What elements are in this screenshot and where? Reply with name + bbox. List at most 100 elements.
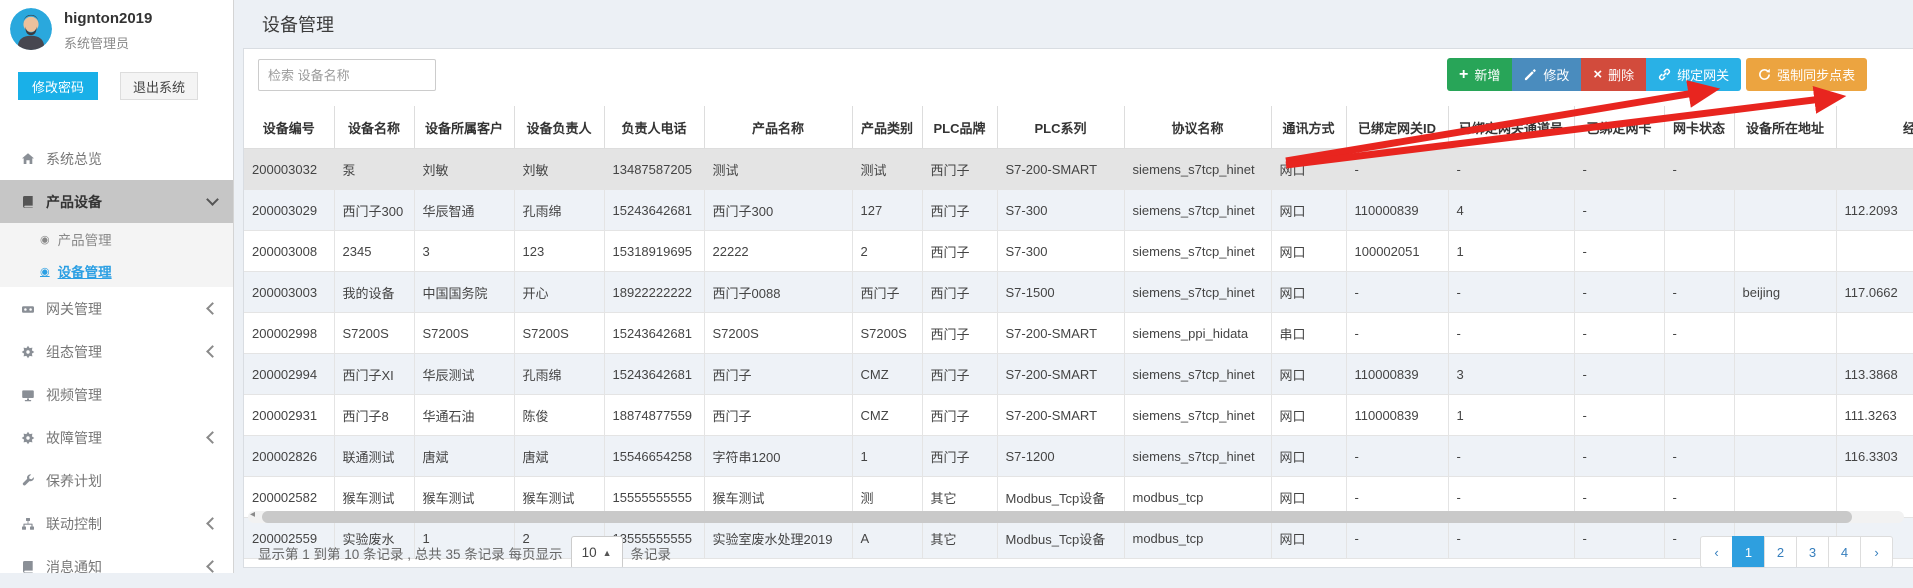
sidebar-subitem-label: 产品管理 [58,229,112,249]
table-cell: 网口 [1271,149,1346,190]
sidebar-item-device-management[interactable]: ◉设备管理 [0,255,233,287]
table-cell: S7-200-SMART [997,313,1124,354]
table-cell [1836,149,1913,190]
gears-icon [16,431,40,445]
table-row[interactable]: 200002994西门子XI华辰测试孔雨绵15243642681西门子CMZ西门… [244,354,1913,395]
horizontal-scrollbar[interactable]: ◂ [248,511,1904,523]
table-cell: 200003003 [244,272,334,313]
edit-button[interactable]: 修改 [1512,58,1581,91]
table-cell: 网口 [1271,231,1346,272]
column-header[interactable]: 通讯方式 [1271,106,1346,149]
dot-circle-icon: ◉ [40,265,50,278]
column-header[interactable]: PLC品牌 [922,106,997,149]
column-header[interactable]: 已绑定网关通道号 [1448,106,1574,149]
scrollbar-thumb[interactable] [262,511,1852,523]
logout-button[interactable]: 退出系统 [120,72,198,100]
column-header[interactable]: 产品类别 [852,106,922,149]
table-cell: - [1346,272,1448,313]
sidebar-item-product-management[interactable]: ◉产品管理 [0,223,233,255]
search-input[interactable] [258,59,436,91]
submenu-product-device: ◉产品管理◉设备管理 [0,223,233,287]
sidebar-item-scada-management[interactable]: 组态管理 [0,330,233,373]
table-cell: siemens_s7tcp_hinet [1124,231,1271,272]
sidebar-item-linkage-control[interactable]: 联动控制 [0,502,233,545]
column-header[interactable]: 设备名称 [334,106,414,149]
table-row[interactable]: 200003003我的设备中国国务院开心18922222222西门子0088西门… [244,272,1913,313]
table-cell: siemens_s7tcp_hinet [1124,354,1271,395]
table-row[interactable]: 200003029西门子300华辰智通孔雨绵15243642681西门子3001… [244,190,1913,231]
scroll-left-icon[interactable]: ◂ [250,509,255,520]
table-row[interactable]: 200002931西门子8华通石油陈俊18874877559西门子CMZ西门子S… [244,395,1913,436]
table-cell: 测试 [704,149,852,190]
page-next-button[interactable]: › [1860,536,1893,568]
table-cell: - [1346,518,1448,559]
chevron-left-icon [206,431,219,444]
change-password-button[interactable]: 修改密码 [18,72,98,100]
column-header[interactable]: 经度 [1836,106,1913,149]
sidebar-item-system-overview[interactable]: 系统总览 [0,137,233,180]
column-header[interactable]: 设备所属客户 [414,106,514,149]
table-cell: 华通石油 [414,395,514,436]
sidebar-item-gateway-management[interactable]: 网关管理 [0,287,233,330]
column-header[interactable]: 产品名称 [704,106,852,149]
column-header[interactable]: 协议名称 [1124,106,1271,149]
table-cell: siemens_s7tcp_hinet [1124,436,1271,477]
avatar [10,8,52,50]
column-header[interactable]: 已绑定网卡 [1574,106,1664,149]
table-cell: 4 [1448,190,1574,231]
gateway-icon [16,302,40,316]
sidebar-item-product-device[interactable]: 产品设备 [0,180,233,223]
delete-button[interactable]: ×删除 [1581,58,1646,91]
page-button-2[interactable]: 2 [1764,536,1797,568]
records-summary: 显示第 1 到第 10 条记录 , 总共 35 条记录 每页显示 [258,543,563,563]
table-row[interactable]: 200003032泵刘敏刘敏13487587205测试测试西门子S7-200-S… [244,149,1913,190]
page-button-3[interactable]: 3 [1796,536,1829,568]
column-header[interactable]: 设备负责人 [514,106,604,149]
sidebar-item-label: 保养计划 [46,471,102,491]
page-size-value: 10 [582,545,597,560]
table-cell: siemens_s7tcp_hinet [1124,395,1271,436]
table-cell: - [1346,436,1448,477]
table-cell: 15243642681 [604,313,704,354]
table-cell: 110000839 [1346,395,1448,436]
sidebar-item-maintenance-plan[interactable]: 保养计划 [0,459,233,502]
column-header[interactable]: PLC系列 [997,106,1124,149]
page-button-1[interactable]: 1 [1732,536,1765,568]
table-cell: 西门子8 [334,395,414,436]
column-header[interactable]: 设备编号 [244,106,334,149]
column-header[interactable]: 已绑定网关ID [1346,106,1448,149]
table-cell: 127 [852,190,922,231]
sidebar-item-fault-management[interactable]: 故障管理 [0,416,233,459]
column-header[interactable]: 网卡状态 [1664,106,1734,149]
table-cell: - [1448,272,1574,313]
table-row[interactable]: 200002998S7200SS7200SS7200S15243642681S7… [244,313,1913,354]
page-size-select[interactable]: 10 ▲ [571,536,623,568]
table-cell: 110000839 [1346,190,1448,231]
table-row[interactable]: 200002826联通测试唐斌唐斌15546654258字符串12001西门子S… [244,436,1913,477]
page-button-4[interactable]: 4 [1828,536,1861,568]
pagination: ‹1234› [1700,536,1893,568]
force-sync-points-button[interactable]: 强制同步点表 [1746,58,1867,91]
sidebar-item-message-notice[interactable]: 消息通知 [0,545,233,588]
table-cell: 西门子 [922,190,997,231]
table-cell: - [1574,231,1664,272]
page-prev-button[interactable]: ‹ [1700,536,1733,568]
table-cell: 网口 [1271,518,1346,559]
table-cell: 15546654258 [604,436,704,477]
table-cell: S7-200-SMART [997,354,1124,395]
column-header[interactable]: 设备所在地址 [1734,106,1836,149]
table-cell: 西门子 [922,313,997,354]
table-cell: siemens_s7tcp_hinet [1124,149,1271,190]
table-cell: 西门子 [922,231,997,272]
sidebar-item-label: 组态管理 [46,342,102,362]
add-button[interactable]: +新增 [1447,58,1512,91]
table-cell: 唐斌 [514,436,604,477]
table-cell: 112.2093 [1836,190,1913,231]
bind-gateway-button[interactable]: 绑定网关 [1646,58,1741,91]
table-cell [1734,149,1836,190]
table-row[interactable]: 2000030082345312315318919695222222西门子S7-… [244,231,1913,272]
sidebar-item-video-management[interactable]: 视频管理 [0,373,233,416]
table-cell: 串口 [1271,313,1346,354]
home-icon [16,152,40,166]
column-header[interactable]: 负责人电话 [604,106,704,149]
